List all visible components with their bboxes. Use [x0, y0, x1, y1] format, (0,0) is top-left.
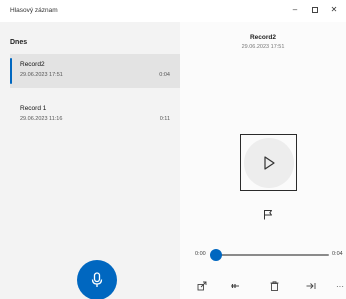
flag-icon [264, 209, 272, 219]
share-icon [197, 281, 207, 291]
close-button[interactable]: ✕ [325, 3, 343, 17]
seek-bar[interactable] [213, 254, 329, 256]
record-button[interactable] [77, 260, 117, 299]
delete-icon [270, 281, 278, 291]
recording-name: Record2 [20, 61, 45, 68]
play-button[interactable] [240, 134, 297, 191]
trim-button[interactable] [228, 278, 242, 294]
playback-toolbar: ··· [180, 278, 346, 294]
more-options-button[interactable]: ··· [333, 278, 346, 294]
recording-date: 29.06.2023 11:16 [20, 116, 63, 122]
selection-indicator [10, 58, 12, 84]
seek-thumb[interactable] [210, 249, 222, 261]
recordings-list-pane: Dnes Record2 29.06.2023 17:51 0:04 Recor… [0, 22, 180, 299]
maximize-button[interactable] [306, 3, 324, 17]
recording-title: Record2 [249, 34, 276, 41]
delete-button[interactable] [267, 278, 281, 294]
play-button-circle [243, 137, 294, 188]
maximize-icon [312, 7, 318, 13]
speed-icon [306, 283, 316, 289]
recording-name: Record 1 [20, 105, 47, 112]
current-time: 0:00 [195, 251, 206, 257]
total-time: 0:04 [332, 251, 343, 257]
recording-item[interactable]: Record2 29.06.2023 17:51 0:04 [10, 54, 180, 88]
recording-item[interactable]: Record 1 29.06.2023 11:16 0:11 [10, 98, 180, 132]
playback-speed-button[interactable] [304, 278, 318, 294]
add-marker-button[interactable] [261, 207, 275, 221]
trim-icon [231, 284, 239, 288]
recording-date: 29.06.2023 17:51 [20, 72, 63, 78]
microphone-icon [91, 272, 103, 287]
section-header-today: Dnes [10, 39, 28, 46]
recording-duration: 0:11 [159, 116, 170, 122]
recording-duration: 0:04 [159, 72, 170, 78]
app-title: Hlasový záznam [10, 7, 58, 14]
share-button[interactable] [195, 278, 209, 294]
title-bar: Hlasový záznam – ✕ [0, 0, 346, 22]
minimize-button[interactable]: – [286, 3, 304, 17]
play-icon [263, 155, 275, 170]
recording-timestamp: 29.06.2023 17:51 [241, 44, 285, 50]
voice-recorder-window: Hlasový záznam – ✕ Dnes Record2 29.06.20… [0, 0, 346, 299]
playback-pane: Record2 29.06.2023 17:51 0:00 0:04 ··· [180, 22, 346, 299]
